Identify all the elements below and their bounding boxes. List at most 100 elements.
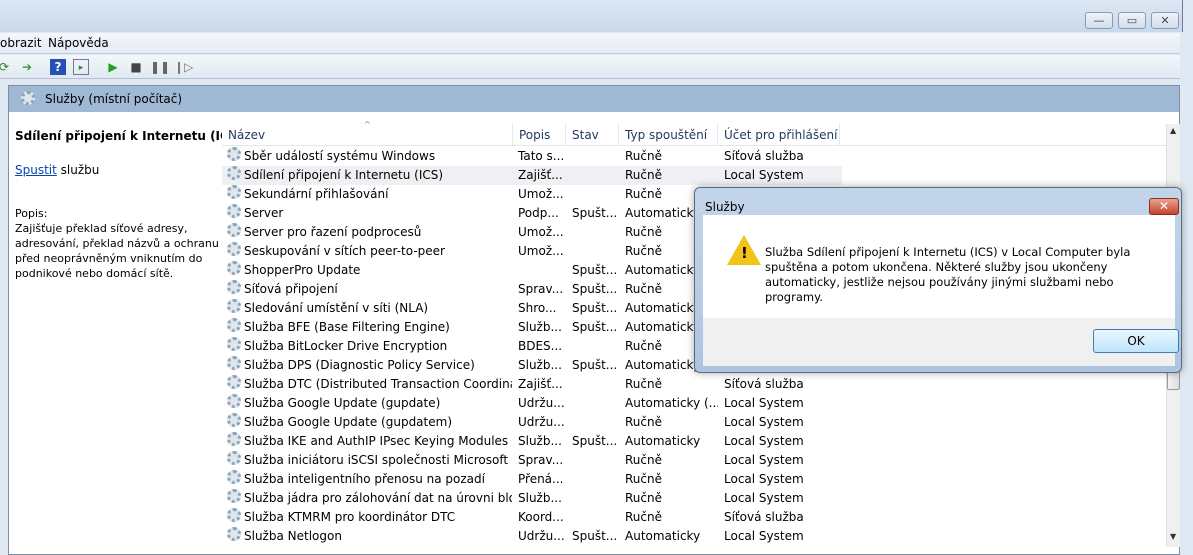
service-status: Spušt... bbox=[572, 320, 618, 334]
service-gear-icon bbox=[227, 356, 241, 370]
service-status: Spušt... bbox=[572, 529, 618, 543]
service-description-cell: Přená... bbox=[518, 472, 564, 486]
scroll-up-icon[interactable]: ▲ bbox=[1170, 126, 1176, 135]
service-gear-icon bbox=[227, 147, 241, 161]
column-description[interactable]: Popis bbox=[513, 124, 566, 146]
export-list-icon[interactable]: ➔ bbox=[19, 59, 35, 75]
dialog-close-button[interactable]: ✕ bbox=[1149, 198, 1179, 215]
service-gear-icon bbox=[227, 375, 241, 389]
show-hide-pane-icon[interactable]: ▸ bbox=[73, 59, 89, 75]
service-gear-icon bbox=[227, 318, 241, 332]
service-description-cell: Zajišť... bbox=[518, 168, 563, 182]
refresh-icon[interactable]: ⟳ bbox=[0, 59, 12, 75]
service-logon-account: Síťová služba bbox=[724, 149, 804, 163]
services-message-dialog: Služby ✕ ! Služba Sdílení připojení k In… bbox=[694, 187, 1182, 373]
service-row[interactable]: Sběr událostí systému Windows Tato s... … bbox=[222, 147, 842, 166]
service-row[interactable]: Služba inteligentního přenosu na pozadí … bbox=[222, 470, 842, 489]
service-logon-account: Local System bbox=[724, 529, 804, 543]
window-titlebar: — ▭ ✕ bbox=[0, 0, 1183, 32]
service-description-cell: Služb... bbox=[518, 491, 562, 505]
service-gear-icon bbox=[227, 185, 241, 199]
ok-button[interactable]: OK bbox=[1093, 329, 1179, 353]
service-name: Sledování umístění v síti (NLA) bbox=[244, 301, 429, 315]
service-name: Server pro řazení podprocesů bbox=[244, 225, 422, 239]
service-startup-type: Ručně bbox=[625, 415, 662, 429]
service-row[interactable]: Služba jádra pro zálohování dat na úrovn… bbox=[222, 489, 842, 508]
service-name: Server bbox=[244, 206, 284, 220]
service-name: Služba DPS (Diagnostic Policy Service) bbox=[244, 358, 475, 372]
resume-service-icon[interactable]: ❙▷ bbox=[174, 59, 193, 75]
service-description-cell: Sprav... bbox=[518, 282, 564, 296]
service-name: Služba BitLocker Drive Encryption bbox=[244, 339, 448, 353]
scrollbar-thumb[interactable] bbox=[1167, 370, 1180, 390]
services-list-header: ^ Název Popis Stav Typ spouštění Účet pr… bbox=[222, 120, 1166, 146]
service-startup-type: Ručně bbox=[625, 377, 662, 391]
service-name: Služba IKE and AuthIP IPsec Keying Modul… bbox=[244, 434, 509, 448]
service-gear-icon bbox=[227, 508, 241, 522]
menu-view[interactable]: obrazit bbox=[0, 36, 42, 50]
menu-bar: obrazit Nápověda bbox=[0, 33, 1180, 54]
service-startup-type: Ručně bbox=[625, 453, 662, 467]
help-icon[interactable]: ? bbox=[50, 59, 66, 75]
scroll-down-icon[interactable]: ▼ bbox=[1170, 532, 1176, 541]
service-gear-icon bbox=[227, 470, 241, 484]
service-status: Spušt... bbox=[572, 301, 618, 315]
service-row[interactable]: Služba Netlogon Udržu... Spušt... Automa… bbox=[222, 527, 842, 546]
service-row[interactable]: Služba DTC (Distributed Transaction Coor… bbox=[222, 375, 842, 394]
service-logon-account: Local System bbox=[724, 491, 804, 505]
start-link-suffix: službu bbox=[56, 163, 100, 177]
service-startup-type: Automaticky bbox=[625, 529, 701, 543]
service-logon-account: Local System bbox=[724, 396, 804, 410]
service-logon-account: Local System bbox=[724, 434, 804, 448]
dialog-title: Služby bbox=[705, 200, 745, 214]
service-description-cell: Udržu... bbox=[518, 529, 565, 543]
service-row[interactable]: Služba Google Update (gupdatem) Udržu...… bbox=[222, 413, 842, 432]
service-description-cell: Služb... bbox=[518, 320, 562, 334]
menu-help[interactable]: Nápověda bbox=[48, 36, 109, 50]
service-row[interactable]: Služba KTMRM pro koordinátor DTC Koord..… bbox=[222, 508, 842, 527]
service-gear-icon bbox=[227, 242, 241, 256]
selected-service-name: Sdílení připojení k Internetu (ICS) bbox=[15, 129, 244, 143]
service-row[interactable]: Služba iniciátoru iSCSI společnosti Micr… bbox=[222, 451, 842, 470]
service-logon-account: Síťová služba bbox=[724, 510, 804, 524]
service-name: Služba jádra pro zálohování dat na úrovn… bbox=[244, 491, 512, 505]
service-startup-type: Ručně bbox=[625, 510, 662, 524]
service-startup-type: Ručně bbox=[625, 168, 662, 182]
service-gear-icon bbox=[227, 337, 241, 351]
maximize-button[interactable]: ▭ bbox=[1118, 12, 1146, 29]
start-service-link[interactable]: Spustit bbox=[15, 163, 57, 177]
service-row[interactable]: Sdílení připojení k Internetu (ICS) Zaji… bbox=[222, 166, 842, 185]
service-description-cell: Udržu... bbox=[518, 396, 565, 410]
services-gear-icon bbox=[21, 91, 35, 105]
service-gear-icon bbox=[227, 451, 241, 465]
column-startup-type[interactable]: Typ spouštění bbox=[619, 124, 718, 146]
minimize-button[interactable]: — bbox=[1085, 12, 1113, 29]
service-gear-icon bbox=[227, 489, 241, 503]
service-status: Spušt... bbox=[572, 206, 618, 220]
service-logon-account: Síťová služba bbox=[724, 377, 804, 391]
service-description-cell: BDES... bbox=[518, 339, 563, 353]
service-name: Služba iniciátoru iSCSI společnosti Micr… bbox=[244, 453, 509, 467]
service-description-cell: Koord... bbox=[518, 510, 564, 524]
column-status[interactable]: Stav bbox=[566, 124, 619, 146]
service-row[interactable]: Služba Google Update (gupdate) Udržu... … bbox=[222, 394, 842, 413]
banner-title: Služby (místní počítač) bbox=[45, 92, 183, 106]
service-name: Síťová připojení bbox=[244, 282, 338, 296]
pause-service-icon[interactable]: ❚❚ bbox=[150, 59, 170, 75]
service-name: Služba Google Update (gupdate) bbox=[244, 396, 441, 410]
service-description-cell: Umož... bbox=[518, 225, 564, 239]
column-logon-account[interactable]: Účet pro přihlášení bbox=[718, 124, 840, 146]
service-description-cell: Služb... bbox=[518, 434, 562, 448]
service-gear-icon bbox=[227, 413, 241, 427]
column-name[interactable]: Název bbox=[222, 124, 513, 146]
stop-service-icon[interactable]: ■ bbox=[128, 59, 144, 75]
service-logon-account: Local System bbox=[724, 472, 804, 486]
service-gear-icon bbox=[227, 261, 241, 275]
start-service-icon[interactable]: ▶ bbox=[105, 59, 121, 75]
close-window-button[interactable]: ✕ bbox=[1151, 12, 1179, 29]
service-description-cell: Umož... bbox=[518, 244, 564, 258]
service-startup-type: Ručně bbox=[625, 491, 662, 505]
service-row[interactable]: Služba IKE and AuthIP IPsec Keying Modul… bbox=[222, 432, 842, 451]
service-name: Služba inteligentního přenosu na pozadí bbox=[244, 472, 485, 486]
service-gear-icon bbox=[227, 204, 241, 218]
